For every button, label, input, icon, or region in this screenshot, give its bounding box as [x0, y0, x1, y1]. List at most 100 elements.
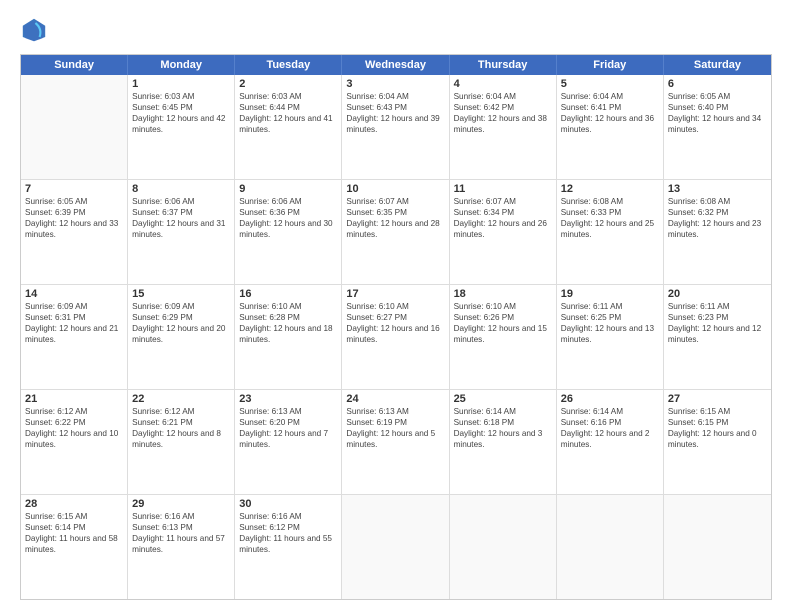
header	[20, 16, 772, 44]
cal-cell	[342, 495, 449, 599]
day-number: 19	[561, 288, 659, 300]
day-detail: Sunrise: 6:05 AMSunset: 6:40 PMDaylight:…	[668, 91, 767, 135]
cal-cell: 17Sunrise: 6:10 AMSunset: 6:27 PMDayligh…	[342, 285, 449, 389]
day-detail: Sunrise: 6:04 AMSunset: 6:43 PMDaylight:…	[346, 91, 444, 135]
cal-cell: 25Sunrise: 6:14 AMSunset: 6:18 PMDayligh…	[450, 390, 557, 494]
cal-cell: 13Sunrise: 6:08 AMSunset: 6:32 PMDayligh…	[664, 180, 771, 284]
week-row-1: 7Sunrise: 6:05 AMSunset: 6:39 PMDaylight…	[21, 180, 771, 285]
day-detail: Sunrise: 6:14 AMSunset: 6:18 PMDaylight:…	[454, 406, 552, 450]
day-detail: Sunrise: 6:10 AMSunset: 6:28 PMDaylight:…	[239, 301, 337, 345]
cal-cell	[21, 75, 128, 179]
cal-cell: 15Sunrise: 6:09 AMSunset: 6:29 PMDayligh…	[128, 285, 235, 389]
day-of-week-monday: Monday	[128, 55, 235, 75]
day-number: 2	[239, 78, 337, 90]
cal-cell: 29Sunrise: 6:16 AMSunset: 6:13 PMDayligh…	[128, 495, 235, 599]
day-detail: Sunrise: 6:10 AMSunset: 6:27 PMDaylight:…	[346, 301, 444, 345]
day-detail: Sunrise: 6:12 AMSunset: 6:22 PMDaylight:…	[25, 406, 123, 450]
cal-cell: 16Sunrise: 6:10 AMSunset: 6:28 PMDayligh…	[235, 285, 342, 389]
cal-cell: 7Sunrise: 6:05 AMSunset: 6:39 PMDaylight…	[21, 180, 128, 284]
day-detail: Sunrise: 6:16 AMSunset: 6:12 PMDaylight:…	[239, 511, 337, 555]
day-number: 21	[25, 393, 123, 405]
day-detail: Sunrise: 6:04 AMSunset: 6:42 PMDaylight:…	[454, 91, 552, 135]
cal-cell: 30Sunrise: 6:16 AMSunset: 6:12 PMDayligh…	[235, 495, 342, 599]
day-number: 14	[25, 288, 123, 300]
week-row-0: 1Sunrise: 6:03 AMSunset: 6:45 PMDaylight…	[21, 75, 771, 180]
day-number: 27	[668, 393, 767, 405]
logo	[20, 16, 52, 44]
cal-cell: 24Sunrise: 6:13 AMSunset: 6:19 PMDayligh…	[342, 390, 449, 494]
week-row-3: 21Sunrise: 6:12 AMSunset: 6:22 PMDayligh…	[21, 390, 771, 495]
day-of-week-thursday: Thursday	[450, 55, 557, 75]
day-number: 10	[346, 183, 444, 195]
day-detail: Sunrise: 6:11 AMSunset: 6:23 PMDaylight:…	[668, 301, 767, 345]
day-detail: Sunrise: 6:11 AMSunset: 6:25 PMDaylight:…	[561, 301, 659, 345]
day-detail: Sunrise: 6:07 AMSunset: 6:35 PMDaylight:…	[346, 196, 444, 240]
day-detail: Sunrise: 6:09 AMSunset: 6:29 PMDaylight:…	[132, 301, 230, 345]
day-detail: Sunrise: 6:09 AMSunset: 6:31 PMDaylight:…	[25, 301, 123, 345]
day-number: 8	[132, 183, 230, 195]
cal-cell: 6Sunrise: 6:05 AMSunset: 6:40 PMDaylight…	[664, 75, 771, 179]
day-of-week-tuesday: Tuesday	[235, 55, 342, 75]
day-of-week-wednesday: Wednesday	[342, 55, 449, 75]
day-number: 7	[25, 183, 123, 195]
day-number: 29	[132, 498, 230, 510]
day-detail: Sunrise: 6:10 AMSunset: 6:26 PMDaylight:…	[454, 301, 552, 345]
cal-cell	[450, 495, 557, 599]
day-of-week-friday: Friday	[557, 55, 664, 75]
day-detail: Sunrise: 6:13 AMSunset: 6:19 PMDaylight:…	[346, 406, 444, 450]
cal-cell: 5Sunrise: 6:04 AMSunset: 6:41 PMDaylight…	[557, 75, 664, 179]
day-detail: Sunrise: 6:14 AMSunset: 6:16 PMDaylight:…	[561, 406, 659, 450]
day-detail: Sunrise: 6:03 AMSunset: 6:44 PMDaylight:…	[239, 91, 337, 135]
calendar: SundayMondayTuesdayWednesdayThursdayFrid…	[20, 54, 772, 600]
week-row-4: 28Sunrise: 6:15 AMSunset: 6:14 PMDayligh…	[21, 495, 771, 599]
day-number: 3	[346, 78, 444, 90]
cal-cell: 18Sunrise: 6:10 AMSunset: 6:26 PMDayligh…	[450, 285, 557, 389]
cal-cell: 3Sunrise: 6:04 AMSunset: 6:43 PMDaylight…	[342, 75, 449, 179]
day-number: 13	[668, 183, 767, 195]
day-detail: Sunrise: 6:15 AMSunset: 6:14 PMDaylight:…	[25, 511, 123, 555]
day-detail: Sunrise: 6:08 AMSunset: 6:32 PMDaylight:…	[668, 196, 767, 240]
cal-cell: 4Sunrise: 6:04 AMSunset: 6:42 PMDaylight…	[450, 75, 557, 179]
cal-cell: 21Sunrise: 6:12 AMSunset: 6:22 PMDayligh…	[21, 390, 128, 494]
cal-cell: 19Sunrise: 6:11 AMSunset: 6:25 PMDayligh…	[557, 285, 664, 389]
week-row-2: 14Sunrise: 6:09 AMSunset: 6:31 PMDayligh…	[21, 285, 771, 390]
day-number: 28	[25, 498, 123, 510]
day-number: 5	[561, 78, 659, 90]
day-number: 4	[454, 78, 552, 90]
day-detail: Sunrise: 6:06 AMSunset: 6:37 PMDaylight:…	[132, 196, 230, 240]
day-number: 26	[561, 393, 659, 405]
cal-cell: 27Sunrise: 6:15 AMSunset: 6:15 PMDayligh…	[664, 390, 771, 494]
calendar-body: 1Sunrise: 6:03 AMSunset: 6:45 PMDaylight…	[21, 75, 771, 599]
day-detail: Sunrise: 6:03 AMSunset: 6:45 PMDaylight:…	[132, 91, 230, 135]
day-detail: Sunrise: 6:04 AMSunset: 6:41 PMDaylight:…	[561, 91, 659, 135]
cal-cell: 10Sunrise: 6:07 AMSunset: 6:35 PMDayligh…	[342, 180, 449, 284]
day-number: 15	[132, 288, 230, 300]
cal-cell: 8Sunrise: 6:06 AMSunset: 6:37 PMDaylight…	[128, 180, 235, 284]
day-number: 30	[239, 498, 337, 510]
day-detail: Sunrise: 6:15 AMSunset: 6:15 PMDaylight:…	[668, 406, 767, 450]
cal-cell: 9Sunrise: 6:06 AMSunset: 6:36 PMDaylight…	[235, 180, 342, 284]
day-detail: Sunrise: 6:16 AMSunset: 6:13 PMDaylight:…	[132, 511, 230, 555]
day-number: 22	[132, 393, 230, 405]
cal-cell: 23Sunrise: 6:13 AMSunset: 6:20 PMDayligh…	[235, 390, 342, 494]
cal-cell: 1Sunrise: 6:03 AMSunset: 6:45 PMDaylight…	[128, 75, 235, 179]
day-detail: Sunrise: 6:05 AMSunset: 6:39 PMDaylight:…	[25, 196, 123, 240]
day-of-week-saturday: Saturday	[664, 55, 771, 75]
cal-cell: 26Sunrise: 6:14 AMSunset: 6:16 PMDayligh…	[557, 390, 664, 494]
logo-icon	[20, 16, 48, 44]
day-number: 17	[346, 288, 444, 300]
cal-cell: 11Sunrise: 6:07 AMSunset: 6:34 PMDayligh…	[450, 180, 557, 284]
day-detail: Sunrise: 6:06 AMSunset: 6:36 PMDaylight:…	[239, 196, 337, 240]
calendar-header: SundayMondayTuesdayWednesdayThursdayFrid…	[21, 55, 771, 75]
page: SundayMondayTuesdayWednesdayThursdayFrid…	[0, 0, 792, 612]
day-number: 9	[239, 183, 337, 195]
day-number: 11	[454, 183, 552, 195]
day-of-week-sunday: Sunday	[21, 55, 128, 75]
day-detail: Sunrise: 6:08 AMSunset: 6:33 PMDaylight:…	[561, 196, 659, 240]
day-number: 12	[561, 183, 659, 195]
cal-cell	[664, 495, 771, 599]
day-detail: Sunrise: 6:13 AMSunset: 6:20 PMDaylight:…	[239, 406, 337, 450]
cal-cell: 14Sunrise: 6:09 AMSunset: 6:31 PMDayligh…	[21, 285, 128, 389]
day-number: 1	[132, 78, 230, 90]
day-number: 24	[346, 393, 444, 405]
